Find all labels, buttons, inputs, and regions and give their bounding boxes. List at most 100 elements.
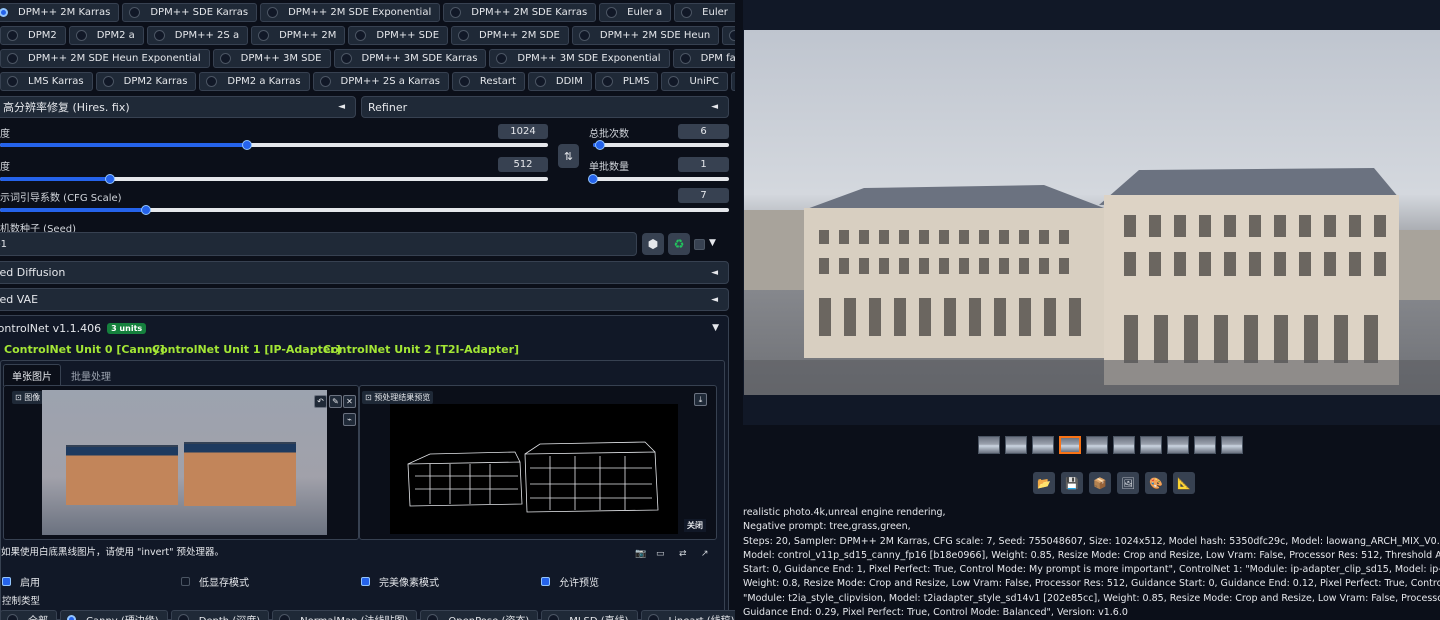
radio-dot-icon[interactable] <box>67 615 76 620</box>
edit-icon[interactable]: ✎ <box>329 395 342 408</box>
sampler-option[interactable]: PLMS <box>594 72 659 91</box>
tab-single-image[interactable]: 单张图片 <box>3 364 61 386</box>
control-type-option[interactable]: 全部 <box>0 610 57 620</box>
sampler-option[interactable]: DPM++ SDE <box>348 26 449 45</box>
sampler-option[interactable]: DPM++ 2M SDE Heun Exponential <box>0 49 210 68</box>
sampler-option[interactable]: DPM2 <box>0 26 66 45</box>
sampler-option[interactable]: DPM++ 2M SDE Karras <box>443 3 597 22</box>
radio-dot-icon[interactable] <box>177 614 189 620</box>
generated-image[interactable] <box>744 30 1440 395</box>
sampler-option[interactable]: DPM++ 2M Karras <box>0 3 120 22</box>
radio-dot-icon[interactable] <box>267 7 279 18</box>
width-slider-thumb[interactable] <box>241 140 252 150</box>
radio-dot-icon[interactable] <box>427 614 439 620</box>
control-type-option[interactable]: Canny (硬边缘) <box>60 610 168 620</box>
download-icon[interactable]: ⤓ <box>694 393 707 406</box>
gallery-thumbnail[interactable] <box>1113 436 1135 454</box>
send-to-extras-icon[interactable]: 📐 <box>1173 472 1195 494</box>
send-to-inpaint-icon[interactable]: 🎨 <box>1145 472 1167 494</box>
sampler-option[interactable]: DPM++ 2M SDE Exponential <box>260 3 441 22</box>
seed-input[interactable]: -1 <box>0 232 637 256</box>
gallery-thumbnail[interactable] <box>1167 436 1189 454</box>
height-value-input[interactable]: 512 <box>498 157 548 172</box>
pixel-perfect-checkbox[interactable]: 完美像素模式 <box>361 574 439 589</box>
sampler-option[interactable]: DPM++ 3M SDE <box>212 49 331 68</box>
radio-dot-icon[interactable] <box>102 76 114 87</box>
radio-dot-icon[interactable] <box>75 30 87 41</box>
sampler-option[interactable]: DPM2 a <box>68 26 144 45</box>
radio-dot-icon[interactable] <box>340 53 352 64</box>
radio-dot-icon[interactable] <box>129 7 141 18</box>
tiled-diffusion-accordion[interactable]: Tiled Diffusion ◄ <box>0 261 729 284</box>
lowvram-checkbox[interactable]: 低显存模式 <box>181 574 249 589</box>
radio-dot-icon[interactable] <box>7 30 18 41</box>
cfg-value-input[interactable]: 7 <box>678 188 729 203</box>
radio-dot-icon[interactable] <box>601 76 613 87</box>
radio-dot-icon[interactable] <box>647 614 659 620</box>
radio-dot-icon[interactable] <box>206 76 218 87</box>
batch-count-thumb[interactable] <box>594 140 605 150</box>
batch-size-thumb[interactable] <box>588 174 598 184</box>
sampler-option[interactable]: DDIM <box>527 72 592 91</box>
control-type-option[interactable]: Lineart (线稿) <box>640 610 735 620</box>
sampler-option[interactable]: DPM++ 2M SDE <box>451 26 569 45</box>
extra-seed-checkbox[interactable] <box>694 239 705 250</box>
radio-dot-icon[interactable] <box>355 30 367 41</box>
radio-dot-icon[interactable] <box>279 614 291 620</box>
tab-controlnet-unit-2[interactable]: ControlNet Unit 2 [T2I-Adapter] <box>323 343 519 356</box>
undo-icon[interactable]: ↶ <box>314 395 327 408</box>
radio-dot-icon[interactable] <box>534 76 546 87</box>
zip-icon[interactable]: 📦 <box>1089 472 1111 494</box>
control-type-option[interactable]: OpenPose (姿态) <box>420 610 539 620</box>
sampler-option[interactable]: Euler a <box>599 3 672 22</box>
controlnet-header[interactable]: ControlNet v1.1.406 3 units ▼ <box>0 320 725 336</box>
sampler-option[interactable]: DPM++ 3M SDE Exponential <box>489 49 670 68</box>
close-preview-button[interactable]: 关闭 <box>684 519 706 532</box>
webcam-icon[interactable]: ▭ <box>656 549 665 559</box>
sampler-option[interactable]: Restart <box>451 72 525 91</box>
sampler-option[interactable]: DPM++ 2M SDE Heun Karras <box>722 26 735 45</box>
sampler-option[interactable]: DPM2 a Karras <box>199 72 310 91</box>
control-type-option[interactable]: NormalMap (法线贴图) <box>272 610 418 620</box>
tab-controlnet-unit-1[interactable]: ControlNet Unit 1 [IP-Adapter] <box>152 343 341 356</box>
gallery-thumbnail[interactable] <box>1140 436 1162 454</box>
send-to-img2img-icon[interactable]: 🖼 <box>1117 472 1139 494</box>
swap-dimensions-button[interactable]: ⇅ <box>558 144 579 168</box>
gallery-thumbnail[interactable] <box>1059 436 1081 454</box>
camera-icon[interactable]: 📷 <box>635 549 646 559</box>
radio-dot-icon[interactable] <box>458 76 470 87</box>
cfg-slider-thumb[interactable] <box>140 205 151 215</box>
radio-dot-icon[interactable] <box>496 53 508 64</box>
radio-dot-icon[interactable] <box>319 76 331 87</box>
batch-count-slider[interactable] <box>593 140 729 150</box>
radio-dot-icon[interactable] <box>681 7 693 18</box>
radio-dot-icon[interactable] <box>450 7 462 18</box>
radio-dot-icon[interactable] <box>668 76 680 87</box>
height-slider[interactable] <box>0 174 548 184</box>
sampler-option[interactable]: LMS Karras <box>0 72 93 91</box>
brush-icon[interactable]: ⌁ <box>343 413 356 426</box>
radio-dot-icon[interactable] <box>679 53 691 64</box>
tab-controlnet-unit-0[interactable]: ControlNet Unit 0 [Canny] <box>4 343 165 356</box>
batch-count-input[interactable]: 6 <box>678 124 729 139</box>
radio-dot-icon[interactable] <box>458 30 470 41</box>
enable-checkbox-box[interactable] <box>2 577 11 586</box>
gallery-thumbnail[interactable] <box>1194 436 1216 454</box>
allow-preview-checkbox-box[interactable] <box>541 577 550 586</box>
extra-seed-arrow-icon[interactable]: ▼ <box>709 238 716 248</box>
gallery-thumbnail[interactable] <box>1086 436 1108 454</box>
control-type-option[interactable]: Depth (深度) <box>170 610 270 620</box>
gallery-thumbnail[interactable] <box>1005 436 1027 454</box>
tiled-vae-accordion[interactable]: Tiled VAE ◄ <box>0 288 729 311</box>
radio-dot-icon[interactable] <box>0 8 8 17</box>
radio-dot-icon[interactable] <box>578 30 590 41</box>
reuse-seed-recycle-icon[interactable]: ♻ <box>668 233 690 255</box>
cfg-slider[interactable] <box>0 205 729 215</box>
open-folder-icon[interactable]: 📂 <box>1033 472 1055 494</box>
radio-dot-icon[interactable] <box>153 30 165 41</box>
radio-dot-icon[interactable] <box>258 30 270 41</box>
sampler-option[interactable]: UniPC <box>661 72 728 91</box>
allow-preview-checkbox[interactable]: 允许预览 <box>541 574 599 589</box>
radio-dot-icon[interactable] <box>219 53 231 64</box>
sampler-option[interactable]: DPM2 Karras <box>95 72 197 91</box>
